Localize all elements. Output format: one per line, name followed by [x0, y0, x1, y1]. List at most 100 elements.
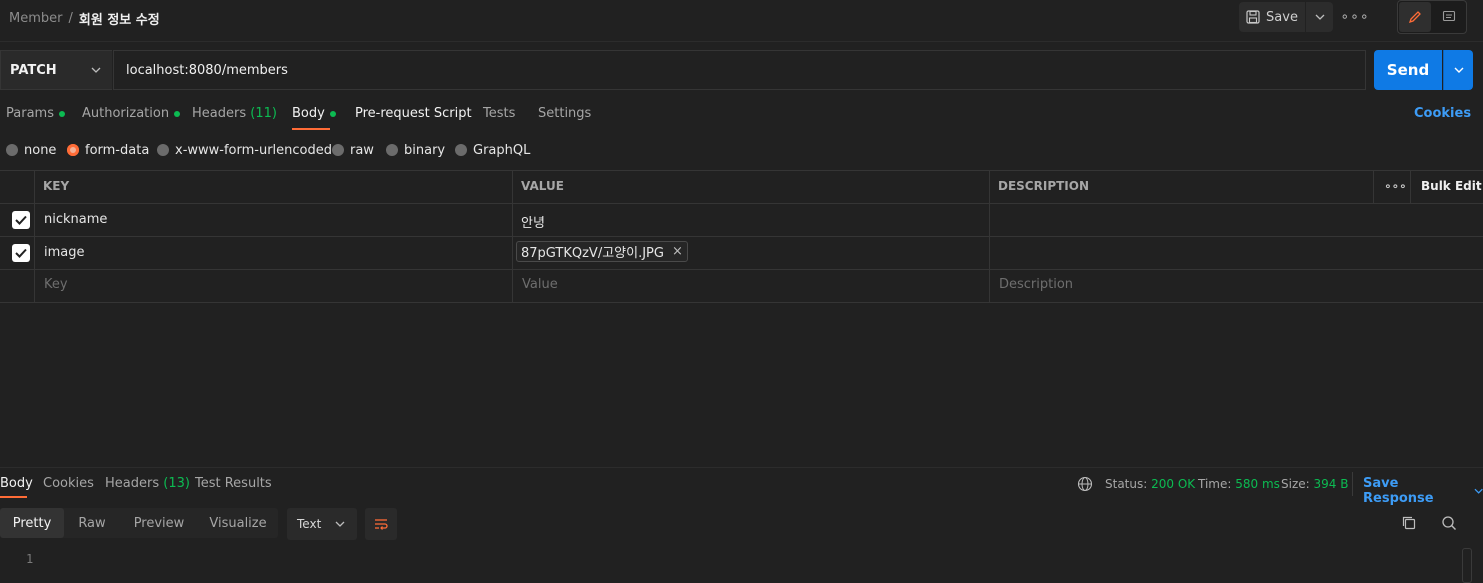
time-readout: Time: 580 ms: [1198, 477, 1280, 491]
radio-circle: [455, 144, 467, 156]
more-options-button[interactable]: ∘∘∘: [1340, 2, 1368, 32]
wrap-lines-button[interactable]: [365, 508, 397, 540]
tab-settings[interactable]: Settings: [538, 106, 591, 124]
time-value[interactable]: 580 ms: [1235, 477, 1280, 491]
table-border: [34, 170, 35, 303]
documentation-button[interactable]: [1433, 2, 1465, 32]
search-icon[interactable]: [1441, 515, 1457, 531]
globe-icon[interactable]: [1077, 476, 1093, 492]
radio-urlencoded[interactable]: x-www-form-urlencoded: [157, 142, 332, 158]
send-button[interactable]: Send: [1374, 50, 1442, 90]
row-value[interactable]: 안녕: [521, 212, 545, 231]
save-label: Save: [1266, 9, 1298, 25]
tab-tests[interactable]: Tests: [483, 106, 515, 124]
breadcrumb-collection[interactable]: Member: [9, 11, 62, 26]
table-border: [1410, 170, 1411, 203]
status-label: Status:: [1105, 477, 1148, 491]
chevron-down-icon: [335, 521, 345, 527]
save-button[interactable]: Save: [1239, 2, 1305, 32]
send-label: Send: [1386, 61, 1430, 79]
radio-circle: [157, 144, 169, 156]
table-border: [0, 170, 1483, 171]
comment-icon: [1442, 10, 1456, 22]
tab-body[interactable]: Body: [292, 106, 336, 124]
chevron-down-icon: [1315, 14, 1324, 20]
response-headers-count: (13): [163, 476, 190, 491]
tab-prerequest-label: Pre-request Script: [355, 106, 472, 121]
save-options-button[interactable]: [1306, 2, 1333, 32]
tab-params[interactable]: Params: [6, 106, 65, 124]
radio-raw-label: raw: [350, 142, 374, 158]
tab-params-label: Params: [6, 106, 54, 121]
url-input[interactable]: localhost:8080/members: [113, 50, 1366, 90]
check-icon: [15, 248, 27, 258]
radio-graphql[interactable]: GraphQL: [455, 142, 530, 158]
format-visualize[interactable]: Visualize: [198, 508, 278, 538]
response-tab-cookies[interactable]: Cookies: [43, 476, 94, 491]
tab-settings-label: Settings: [538, 106, 592, 121]
radio-none-label: none: [24, 142, 57, 158]
wrap-lines-icon: [375, 519, 388, 530]
new-description-input[interactable]: Description: [999, 277, 1073, 292]
edit-mode-button[interactable]: [1399, 2, 1431, 32]
chevron-down-icon: [1454, 67, 1463, 73]
response-divider: [0, 467, 1483, 468]
copy-icon[interactable]: [1401, 515, 1417, 531]
status-readout: Status: 200 OK: [1105, 477, 1195, 491]
new-key-input[interactable]: Key: [44, 277, 68, 292]
save-icon: [1246, 10, 1260, 24]
active-tab-underline: [0, 496, 27, 498]
format-pretty[interactable]: Pretty: [0, 508, 64, 538]
new-value-input[interactable]: Value: [522, 277, 558, 292]
radio-form-data[interactable]: form-data: [67, 142, 149, 158]
bulk-edit-button[interactable]: Bulk Edit: [1421, 179, 1482, 193]
status-value[interactable]: 200 OK: [1151, 477, 1195, 491]
response-tab-body[interactable]: Body: [0, 476, 33, 491]
remove-file-icon[interactable]: ×: [672, 244, 683, 259]
table-more-button[interactable]: ∘∘∘: [1384, 179, 1407, 193]
request-name[interactable]: 회원 정보 수정: [79, 9, 160, 28]
method-label: PATCH: [10, 62, 57, 78]
scrollbar[interactable]: [1462, 548, 1472, 583]
save-response-button[interactable]: Save Response: [1363, 476, 1483, 506]
indicator-dot: [329, 110, 336, 117]
response-tab-headers[interactable]: Headers (13): [105, 476, 190, 491]
line-number: 1: [26, 552, 34, 566]
breadcrumb-separator: /: [68, 10, 73, 26]
cookies-link[interactable]: Cookies: [1414, 106, 1471, 121]
row-key[interactable]: image: [44, 245, 85, 260]
divider: [1352, 472, 1353, 496]
format-raw[interactable]: Raw: [64, 508, 120, 538]
radio-raw[interactable]: raw: [332, 142, 374, 158]
radio-graphql-label: GraphQL: [473, 142, 531, 158]
column-header-value: VALUE: [521, 179, 564, 193]
tab-authorization-label: Authorization: [82, 106, 170, 121]
response-tab-test-results[interactable]: Test Results: [195, 476, 272, 491]
tab-headers[interactable]: Headers (11): [192, 106, 277, 124]
radio-circle: [332, 144, 344, 156]
size-readout: Size: 394 B: [1281, 477, 1348, 491]
time-label: Time:: [1198, 477, 1232, 491]
chevron-down-icon: [1474, 488, 1483, 494]
tab-authorization[interactable]: Authorization: [82, 106, 181, 124]
radio-binary-label: binary: [404, 142, 446, 158]
response-tab-headers-label: Headers: [105, 476, 160, 491]
table-border: [0, 269, 1483, 270]
radio-binary[interactable]: binary: [386, 142, 445, 158]
format-preview[interactable]: Preview: [120, 508, 198, 538]
headers-count: (11): [250, 106, 277, 121]
row-key[interactable]: nickname: [44, 212, 107, 227]
size-label: Size:: [1281, 477, 1310, 491]
content-type-label: Text: [297, 517, 322, 531]
tab-prerequest-script[interactable]: Pre-request Script: [355, 106, 472, 124]
row-checkbox[interactable]: [12, 244, 30, 262]
size-value[interactable]: 394 B: [1314, 477, 1349, 491]
table-border: [512, 170, 513, 303]
content-type-select[interactable]: Text: [287, 508, 357, 540]
chevron-down-icon: [91, 67, 101, 73]
url-text: localhost:8080/members: [126, 62, 288, 78]
send-options-button[interactable]: [1443, 50, 1473, 90]
radio-circle: [6, 144, 18, 156]
row-checkbox[interactable]: [12, 211, 30, 229]
radio-none[interactable]: none: [6, 142, 56, 158]
